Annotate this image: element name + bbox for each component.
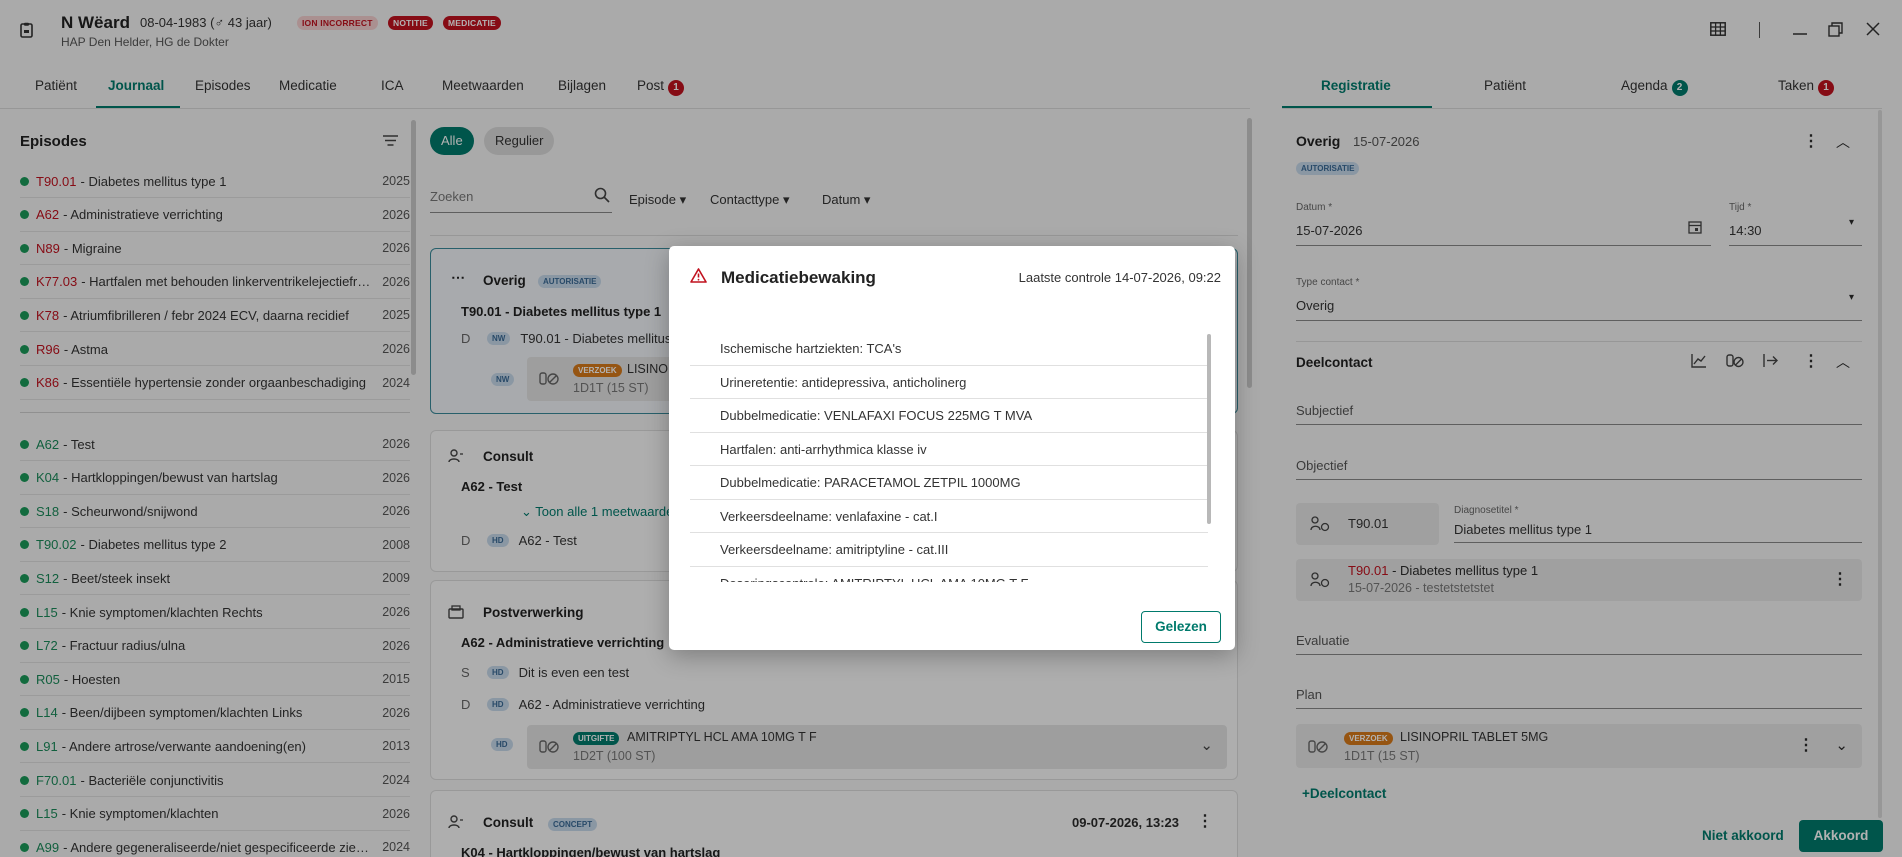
warning-list: Ischemische hartziekten: TCA's Urinereten…: [690, 332, 1208, 582]
warning-item[interactable]: Hartfalen: anti-arrhythmica klasse iv: [690, 433, 1208, 466]
warning-item[interactable]: Doseringscontrole: AMITRIPTYL HCL AMA 10…: [690, 567, 1208, 583]
warning-item[interactable]: Verkeersdeelname: venlafaxine - cat.I: [690, 500, 1208, 533]
last-check-text: Laatste controle 14-07-2026, 09:22: [1018, 270, 1221, 285]
dialog-title: Medicatiebewaking: [721, 268, 876, 287]
warning-icon: [690, 268, 707, 288]
warning-item[interactable]: Dubbelmedicatie: VENLAFAXI FOCUS 225MG T…: [690, 399, 1208, 433]
warning-item[interactable]: Dubbelmedicatie: PARACETAMOL ZETPIL 1000…: [690, 466, 1208, 500]
medication-monitoring-dialog: Medicatiebewaking Laatste controle 14-07…: [669, 246, 1235, 650]
warning-item[interactable]: Verkeersdeelname: amitriptyline - cat.II…: [690, 533, 1208, 567]
warning-item[interactable]: Urineretentie: antidepressiva, anticholi…: [690, 366, 1208, 399]
warning-list-scrollbar[interactable]: [1207, 334, 1211, 524]
gelezen-button[interactable]: Gelezen: [1141, 611, 1221, 643]
warning-item[interactable]: Ischemische hartziekten: TCA's: [690, 332, 1208, 366]
